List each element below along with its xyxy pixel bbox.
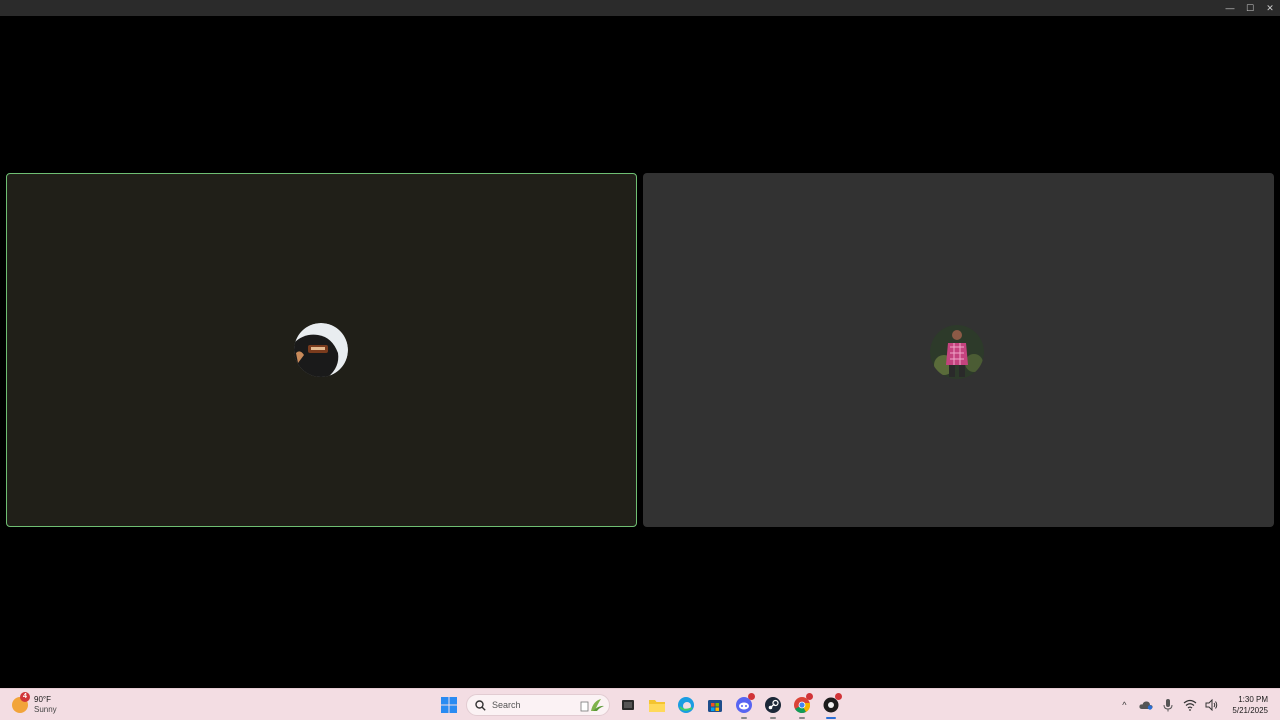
taskbar-apps: Search xyxy=(437,693,848,719)
system-tray: ^ 1:30 PM 5/21/2025 xyxy=(1116,693,1268,717)
maximize-button[interactable]: ☐ xyxy=(1240,0,1260,16)
discord-notification-badge xyxy=(748,693,755,700)
chrome-notification-badge xyxy=(806,693,813,700)
chrome-icon[interactable] xyxy=(790,693,814,719)
search-highlight-icon xyxy=(580,699,604,712)
avatar-plaid-shirt-person-icon xyxy=(930,325,984,379)
steam-icon[interactable] xyxy=(761,693,785,719)
store-icon[interactable] xyxy=(703,693,727,717)
avatar-dark-person-icon xyxy=(294,323,348,377)
title-bar: — ☐ ✕ xyxy=(0,0,1280,16)
wifi-icon[interactable] xyxy=(1182,697,1198,713)
microphone-icon[interactable] xyxy=(1160,697,1176,713)
weather-condition: Sunny xyxy=(34,705,57,714)
taskbar-search[interactable]: Search xyxy=(466,694,610,716)
edge-icon[interactable] xyxy=(674,693,698,717)
call-area xyxy=(0,16,1280,688)
clock[interactable]: 1:30 PM 5/21/2025 xyxy=(1232,694,1268,716)
clock-date: 5/21/2025 xyxy=(1232,706,1268,715)
search-placeholder: Search xyxy=(492,700,521,710)
weather-temperature: 90°F xyxy=(34,695,51,704)
weather-widget[interactable]: 4 90°F Sunny xyxy=(12,692,57,718)
participant-tile[interactable] xyxy=(643,173,1274,527)
app-icon[interactable] xyxy=(819,693,843,719)
file-explorer-icon[interactable] xyxy=(645,693,669,717)
discord-icon[interactable] xyxy=(732,693,756,719)
clock-time: 1:30 PM xyxy=(1238,695,1268,704)
minimize-button[interactable]: — xyxy=(1220,0,1240,16)
sun-icon: 4 xyxy=(12,692,30,713)
onedrive-icon[interactable] xyxy=(1138,697,1154,713)
close-button[interactable]: ✕ xyxy=(1260,0,1280,16)
app-notification-badge xyxy=(835,693,842,700)
weather-badge: 4 xyxy=(20,692,30,702)
speaker-icon[interactable] xyxy=(1204,697,1220,713)
search-icon xyxy=(475,699,486,711)
window-controls: — ☐ ✕ xyxy=(1220,0,1280,16)
participant-tile-speaking[interactable] xyxy=(6,173,637,527)
taskbar: 4 90°F Sunny Search ^ 1:30 PM 5/21/2025 xyxy=(0,688,1280,720)
task-view-icon[interactable] xyxy=(616,693,640,717)
start-icon[interactable] xyxy=(437,693,461,717)
chevron-up-icon[interactable]: ^ xyxy=(1116,697,1132,713)
